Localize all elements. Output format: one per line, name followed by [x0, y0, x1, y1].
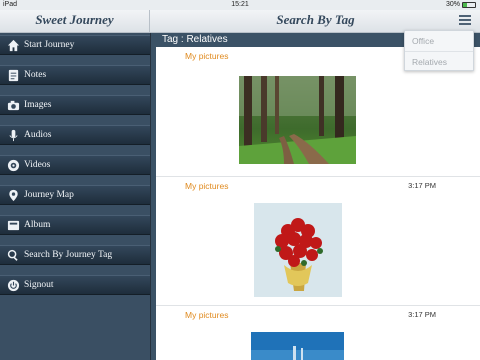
battery-percent: 30% [445, 1, 460, 8]
sidebar-item-label: Signout [24, 280, 54, 290]
album-icon [6, 218, 20, 232]
blue-sky-photo[interactable] [251, 332, 344, 360]
battery-icon [462, 2, 476, 8]
sidebar-item-label: Start Journey [24, 40, 75, 50]
map-pin-icon [6, 188, 20, 202]
sidebar-item-label: Images [24, 100, 52, 110]
power-icon [6, 278, 20, 292]
sidebar-item-journey-map[interactable]: Journey Map [0, 185, 150, 205]
sidebar-item-label: Album [24, 220, 51, 230]
sidebar-item-label: Audios [24, 130, 52, 140]
sidebar-item-label: Journey Map [24, 190, 74, 200]
notes-icon [6, 68, 20, 82]
sidebar-item-search-by-journey-tag[interactable]: Search By Journey Tag [0, 245, 150, 265]
home-icon [6, 38, 20, 52]
entry-time: 3:17 PM [408, 310, 436, 319]
results-list[interactable]: My pictures My pictures 3:17 PM My pictu… [156, 47, 480, 360]
sidebar-item-notes[interactable]: Notes [0, 65, 150, 85]
camera-icon [6, 98, 20, 112]
sidebar-item-images[interactable]: Images [0, 95, 150, 115]
sidebar-item-label: Videos [24, 160, 51, 170]
microphone-icon [6, 128, 20, 142]
sidebar-item-album[interactable]: Album [0, 215, 150, 235]
sidebar-item-audios[interactable]: Audios [0, 125, 150, 145]
entry-time: 3:17 PM [408, 181, 436, 190]
entry-title: My pictures [185, 51, 229, 61]
tag-dropdown: Office Relatives [404, 30, 474, 71]
entry-title: My pictures [185, 310, 229, 320]
battery-status: 30% [446, 0, 476, 10]
sidebar: Start Journey Notes Images Audios Videos… [0, 33, 151, 360]
status-bar: iPad 15:21 30% [0, 0, 480, 10]
sidebar-item-signout[interactable]: Signout [0, 275, 150, 295]
sidebar-item-label: Notes [24, 70, 47, 80]
list-item[interactable]: My pictures 3:17 PM [156, 177, 480, 306]
dropdown-option-office[interactable]: Office [405, 31, 473, 51]
main-content: Tag : Relatives My pictures My pictures … [151, 33, 480, 360]
list-item[interactable]: My pictures 3:17 PM [156, 306, 480, 360]
entry-title: My pictures [185, 181, 229, 191]
app-title: Sweet Journey [0, 10, 150, 33]
hamburger-menu-icon[interactable] [459, 15, 471, 26]
clock: 15:21 [231, 1, 249, 8]
red-roses-bouquet-photo[interactable] [254, 203, 342, 297]
sidebar-item-label: Search By Journey Tag [24, 250, 113, 260]
forest-path-photo[interactable] [239, 76, 356, 164]
search-icon [6, 248, 20, 262]
sidebar-item-start-journey[interactable]: Start Journey [0, 35, 150, 55]
dropdown-option-relatives[interactable]: Relatives [405, 51, 473, 71]
video-icon [6, 158, 20, 172]
sidebar-item-videos[interactable]: Videos [0, 155, 150, 175]
